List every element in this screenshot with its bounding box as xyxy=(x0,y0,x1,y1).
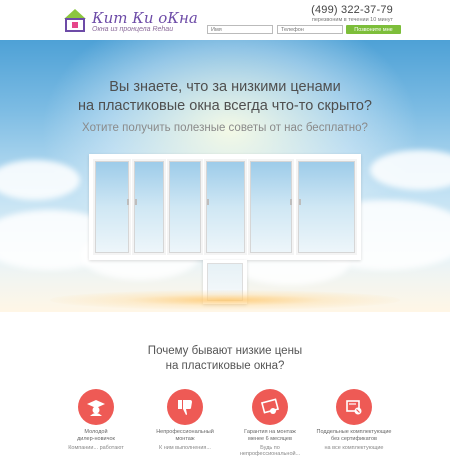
headline-line-2: на пластиковые окна всегда что-то скрыто… xyxy=(78,98,372,114)
reason-label-line: дилер-новичок xyxy=(77,436,115,442)
reason-label-line: Молодой xyxy=(84,429,108,435)
phone-number[interactable]: (499) 322-37-79 xyxy=(311,4,393,16)
reason-label-line: Непрофессиональный xyxy=(156,429,214,435)
window-handle xyxy=(290,199,292,205)
window-sash xyxy=(132,159,166,255)
reason-text: на все комплектующие xyxy=(324,445,384,451)
house-logo-icon xyxy=(64,9,86,32)
reason-text: Компании... работают xyxy=(68,445,124,451)
reason-text: Будь по непрофессиональной... xyxy=(239,445,301,457)
reason-text: К ним выполнения... xyxy=(159,445,211,451)
brand-name: Кит Ки оКна xyxy=(92,9,198,27)
reason-item: Молодой дилер-новичок Компании... работа… xyxy=(58,389,134,451)
reason-label: Поддельные комплектующие без сертификато… xyxy=(316,429,392,443)
reason-item: Гарантия на монтаж менее 6 месяцев Будь … xyxy=(232,389,308,457)
hero-headline: Вы знаете, что за низкими ценами на плас… xyxy=(0,78,450,116)
hero-section: Вы знаете, что за низкими ценами на плас… xyxy=(0,40,450,312)
reason-label: Непрофессиональный монтаж xyxy=(147,429,223,443)
window-handle xyxy=(207,199,209,205)
window-handle xyxy=(135,199,137,205)
window-illustration xyxy=(89,154,361,304)
reason-label-line: Поддельные комплектующие xyxy=(316,429,392,435)
reason-item: Непрофессиональный монтаж К ним выполнен… xyxy=(147,389,223,451)
certificate-icon xyxy=(252,389,288,425)
why-title-line-1: Почему бывают низкие цены xyxy=(147,345,303,357)
hero-subline: Хотите получить полезные советы от нас б… xyxy=(82,122,368,134)
window-handle xyxy=(127,199,129,205)
logo[interactable]: Кит Ки оКна Окна из пронцела Rehau xyxy=(62,7,202,37)
site-header: Кит Ки оКна Окна из пронцела Rehau (499)… xyxy=(0,0,450,40)
reason-label-line: менее 6 месяцев xyxy=(248,436,292,442)
reason-item: Поддельные комплектующие без сертификато… xyxy=(316,389,392,451)
phone-input[interactable] xyxy=(277,25,343,34)
window-frame xyxy=(89,154,361,260)
callback-note: перезвоним в течении 10 минут xyxy=(311,17,393,23)
window-sash xyxy=(296,159,357,255)
window-sash xyxy=(167,159,203,255)
graduate-icon xyxy=(78,389,114,425)
reason-label: Гарантия на монтаж менее 6 месяцев xyxy=(232,429,308,443)
reason-label-line: без сертификатов xyxy=(331,436,377,442)
floor-glow xyxy=(50,290,400,310)
why-section-title: Почему бывают низкие цены на пластиковые… xyxy=(0,344,450,374)
reason-label-line: Гарантия на монтаж xyxy=(244,429,296,435)
reason-label: Молодой дилер-новичок xyxy=(58,429,134,443)
brand-slogan: Окна из пронцела Rehau xyxy=(92,26,174,33)
reason-label-line: монтаж xyxy=(175,436,195,442)
call-me-button[interactable]: Позвоните мне xyxy=(346,25,401,34)
window-sash xyxy=(248,159,294,255)
document-warning-icon xyxy=(336,389,372,425)
thumbs-down-icon xyxy=(167,389,203,425)
window-sash xyxy=(93,159,131,255)
window-handle xyxy=(299,199,301,205)
balcony-door-sash xyxy=(204,159,247,255)
why-title-line-2: на пластиковые окна? xyxy=(165,360,285,372)
headline-line-1: Вы знаете, что за низкими ценами xyxy=(109,79,341,95)
name-input[interactable] xyxy=(207,25,273,34)
